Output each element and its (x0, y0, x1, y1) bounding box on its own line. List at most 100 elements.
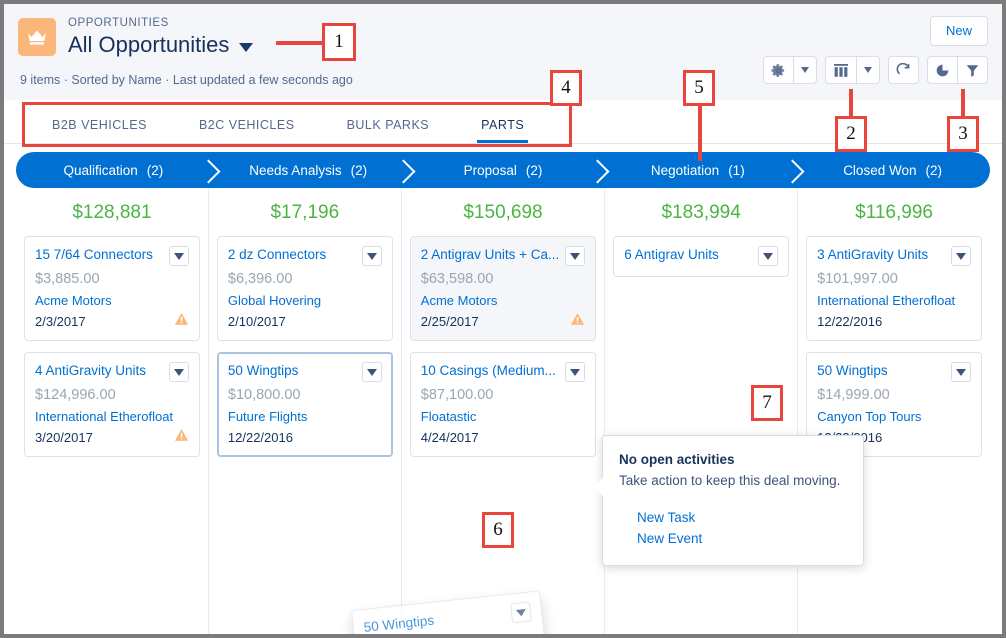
card-account[interactable]: Floatastic (421, 406, 585, 427)
card-title[interactable]: 6 Antigrav Units (624, 246, 719, 264)
card-header: 6 Antigrav Units (624, 246, 779, 266)
settings-dropdown-toggle[interactable] (793, 57, 816, 83)
list-view-selector[interactable]: All Opportunities (68, 31, 254, 59)
card-header: 4 AntiGravity Units (35, 362, 189, 382)
pie-chart-icon[interactable] (928, 57, 957, 83)
stage-qualification[interactable]: Qualification (2) (16, 152, 211, 188)
card-amount: $87,100.00 (420, 387, 494, 403)
stage-proposal[interactable]: Proposal (2) (406, 152, 601, 188)
stage-label: Needs Analysis (249, 162, 342, 178)
card-menu-button[interactable] (758, 246, 779, 266)
warning-triangle-icon[interactable] (570, 312, 585, 331)
stage-needs-analysis[interactable]: Needs Analysis (2) (211, 152, 406, 188)
card-close-date: 2/10/2017 (227, 314, 286, 329)
stage-closed-won[interactable]: Closed Won (2) (795, 152, 990, 188)
kanban-board: Qualification (2) Needs Analysis (2) Pro… (4, 152, 1002, 634)
chevron-down-icon (366, 368, 377, 376)
card-header: 2 dz Connectors (228, 246, 382, 266)
card-amount: $101,997.00 (817, 271, 898, 287)
kanban-board-icon[interactable] (826, 57, 856, 83)
display-as-group (825, 56, 880, 84)
opportunity-card[interactable]: 15 7/64 Connectors $3,885.00 Acme Motors… (24, 236, 200, 341)
opportunity-card[interactable]: 2 Antigrav Units + Ca... $63,598.00 Acme… (409, 236, 597, 341)
card-title[interactable]: 3 AntiGravity Units (817, 246, 928, 264)
stage-label: Proposal (463, 162, 517, 178)
chevron-down-icon (801, 67, 809, 73)
chevron-down-icon (864, 67, 872, 73)
card-title[interactable]: 2 Antigrav Units + Ca... (421, 246, 559, 264)
opportunity-card[interactable]: 6 Antigrav Units (613, 236, 790, 277)
warning-triangle-icon[interactable] (174, 428, 189, 447)
card-account[interactable]: Acme Motors (421, 290, 585, 311)
refresh-group (888, 56, 919, 84)
card-close-date: 3/20/2017 (35, 430, 93, 445)
card-footer: 2/25/2017 (421, 311, 585, 332)
opportunity-card[interactable]: 50 Wingtips $10,800.00 Future Flights 12… (216, 352, 393, 457)
funnel-filter-icon[interactable] (957, 57, 987, 83)
opportunity-card[interactable]: 3 AntiGravity Units $101,997.00 Internat… (806, 236, 983, 341)
card-account[interactable]: International Etherofloat (35, 406, 189, 427)
gear-icon[interactable] (764, 57, 793, 83)
card-title[interactable]: 4 AntiGravity Units (35, 362, 146, 380)
kanban-column-closed-won: $116,996 3 AntiGravity Units $101,997.00… (798, 188, 990, 634)
stage-count: (1) (728, 162, 745, 178)
card-title[interactable]: 15 7/64 Connectors (35, 246, 153, 264)
opportunity-card[interactable]: 2 dz Connectors $6,396.00 Global Hoverin… (216, 236, 393, 341)
card-footer: 12/22/2016 (228, 427, 382, 448)
card-account[interactable]: Global Hovering (228, 290, 382, 311)
stage-count: (2) (925, 162, 942, 178)
annotation-marker-5: 5 (683, 70, 715, 106)
card-title[interactable]: 10 Casings (Medium... (421, 362, 556, 380)
new-task-link[interactable]: New Task (637, 507, 847, 528)
card-menu-button[interactable] (565, 362, 586, 382)
object-eyebrow: OPPORTUNITIES (68, 17, 169, 29)
card-title[interactable]: 50 Wingtips (228, 362, 299, 380)
annotation-marker-7: 7 (751, 385, 783, 421)
stage-count: (2) (350, 162, 368, 178)
card-title[interactable]: 50 Wingtips (817, 362, 888, 380)
card-amount: $3,885.00 (35, 271, 100, 287)
card-menu-button[interactable] (168, 246, 189, 266)
opportunity-card[interactable]: 10 Casings (Medium... $87,100.00 Floatas… (409, 352, 597, 457)
card-close-date: 12/22/2016 (227, 430, 293, 445)
card-account[interactable]: Canyon Top Tours (817, 406, 971, 427)
card-menu-button[interactable] (951, 362, 972, 382)
stage-label: Closed Won (843, 162, 917, 178)
card-menu-button[interactable] (168, 362, 189, 382)
display-dropdown-toggle[interactable] (856, 57, 879, 83)
chevron-down-icon (515, 608, 527, 617)
card-header: 10 Casings (Medium... (421, 362, 586, 382)
card-menu-button[interactable] (951, 246, 972, 266)
warning-triangle-icon[interactable] (174, 312, 189, 331)
refresh-icon[interactable] (889, 57, 918, 83)
stage-label: Negotiation (650, 162, 720, 178)
stage-label: Qualification (63, 162, 138, 178)
card-title[interactable]: 2 dz Connectors (228, 246, 326, 264)
annotation-marker-4: 4 (550, 70, 582, 106)
column-total: $150,698 (463, 202, 543, 223)
card-amount: $63,598.00 (420, 271, 494, 287)
card-account[interactable]: Future Flights (228, 406, 382, 427)
popover-title: No open activities (619, 452, 735, 467)
chevron-down-icon (763, 252, 774, 260)
chevron-down-icon[interactable] (239, 42, 254, 52)
card-menu-button[interactable] (565, 246, 586, 266)
card-account[interactable]: International Etherofloat (817, 290, 971, 311)
card-menu-button[interactable] (361, 362, 382, 382)
new-event-link[interactable]: New Event (637, 528, 847, 549)
card-menu-button[interactable] (361, 246, 382, 266)
new-button[interactable]: New (930, 16, 988, 46)
card-footer: 2/3/2017 (35, 311, 189, 332)
activity-popover: No open activities Take action to keep t… (594, 435, 864, 566)
crown-icon (18, 18, 56, 56)
card-menu-button (510, 601, 533, 624)
kanban-column-needs-analysis: $17,196 2 dz Connectors $6,396.00 Global… (209, 188, 402, 634)
card-amount: $6,396.00 (227, 271, 293, 287)
popover-actions: New Task New Event (619, 507, 847, 549)
card-header: 50 Wingtips (228, 362, 382, 382)
card-account[interactable]: Acme Motors (35, 290, 189, 311)
toolbar (763, 56, 988, 84)
card-header: 2 Antigrav Units + Ca... (421, 246, 586, 266)
opportunity-card[interactable]: 4 AntiGravity Units $124,996.00 Internat… (24, 352, 200, 457)
stage-path: Qualification (2) Needs Analysis (2) Pro… (16, 152, 990, 188)
